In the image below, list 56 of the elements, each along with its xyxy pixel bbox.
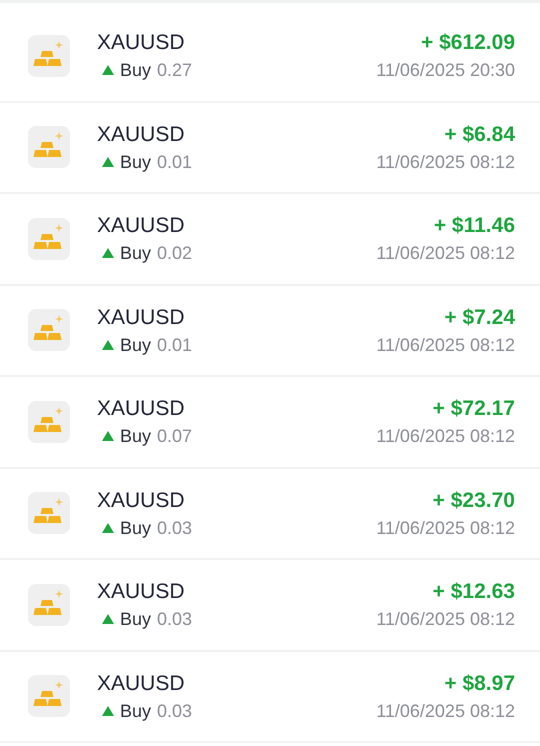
symbol-label: XAUUSD [97,488,186,514]
trade-row[interactable]: XAUUSD Buy 0.07 + $72.17 11/06/2025 08:12 [0,377,540,468]
symbol-label: XAUUSD [97,579,186,606]
trade-row[interactable]: XAUUSD Buy 0.03 + $8.97 11/06/2025 08:12 [0,652,540,743]
volume-label: 0.02 [157,242,192,264]
trade-row[interactable]: XAUUSD Buy 0.01 + $6.84 11/06/2025 08:12 [0,102,540,194]
symbol-label: XAUUSD [97,670,186,697]
trade-row[interactable]: XAUUSD Buy 0.03 + $23.70 11/06/2025 08:12 [0,468,540,560]
trade-time: 11/06/2025 08:12 [376,425,515,448]
side-label: Buy [120,608,152,630]
ingot-stack-icon [28,675,70,718]
ingot-stack-icon [28,309,70,352]
side-label: Buy [120,700,152,722]
profit-amount: + $6.84 [444,122,515,148]
symbol-label: XAUUSD [97,304,186,331]
profit-amount: + $7.24 [444,304,515,331]
trade-row[interactable]: XAUUSD Buy 0.03 + $12.63 11/06/2025 08:12 [0,560,540,652]
ingot-stack-icon [28,400,70,443]
symbol-label: XAUUSD [97,213,186,240]
side-label: Buy [120,425,152,448]
volume-label: 0.01 [157,150,192,173]
trade-time: 11/06/2025 08:12 [376,700,515,722]
profit-amount: + $612.09 [420,30,515,56]
trade-row[interactable]: XAUUSD Buy 0.01 + $7.24 11/06/2025 08:12 [0,286,540,377]
side-label: Buy [120,59,152,82]
symbol-label: XAUUSD [97,30,186,56]
ingot-stack-icon [28,584,70,626]
trade-time: 11/06/2025 08:12 [376,150,515,173]
ingot-stack-icon [28,34,70,77]
profit-amount: + $12.63 [432,579,515,606]
trade-row[interactable]: XAUUSD Buy 0.27 + $612.09 11/06/2025 20:30 [0,11,540,102]
side-label: Buy [120,516,152,539]
volume-label: 0.01 [157,334,192,356]
volume-label: 0.27 [157,59,192,82]
trade-time: 11/06/2025 08:12 [376,608,515,630]
trade-row[interactable]: XAUUSD Buy 0.02 + $11.46 11/06/2025 08:12 [0,194,540,286]
trade-time: 11/06/2025 08:12 [376,516,515,539]
profit-amount: + $11.46 [434,213,515,240]
symbol-label: XAUUSD [97,122,186,148]
trade-time: 11/06/2025 08:12 [376,242,515,264]
symbol-label: XAUUSD [97,396,186,422]
ingot-stack-icon [28,218,70,260]
profit-amount: + $8.97 [444,670,515,697]
side-label: Buy [120,150,152,173]
volume-label: 0.03 [157,516,192,539]
ingot-stack-icon [28,126,70,168]
side-label: Buy [120,334,152,356]
volume-label: 0.07 [157,425,192,448]
trade-time: 11/06/2025 20:30 [376,59,515,82]
side-label: Buy [120,242,152,264]
volume-label: 0.03 [157,608,192,630]
profit-amount: + $23.70 [432,488,515,514]
volume-label: 0.03 [157,700,192,722]
trade-time: 11/06/2025 08:12 [376,334,515,356]
profit-amount: + $72.17 [432,396,515,422]
ingot-stack-icon [28,492,70,534]
